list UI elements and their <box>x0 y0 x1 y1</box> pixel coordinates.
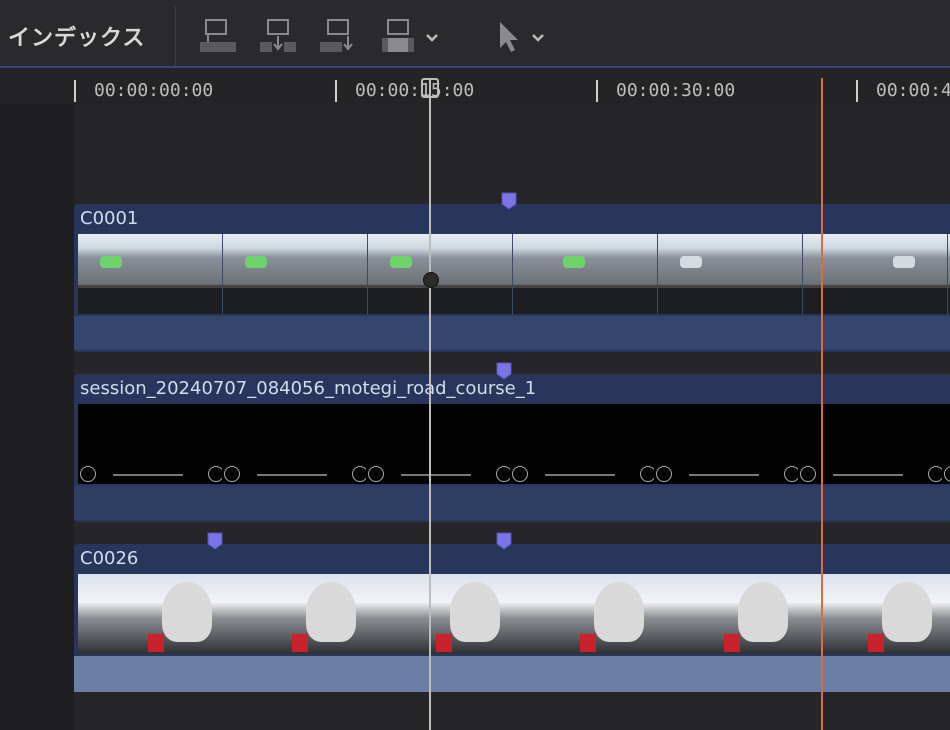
ruler-timecode: 00:00:4 <box>876 80 950 101</box>
overwrite-clip-icon <box>382 19 414 52</box>
marker-icon[interactable] <box>501 192 517 210</box>
clip-filmstrip <box>78 574 950 654</box>
video-frame <box>942 404 950 484</box>
video-frame <box>368 234 513 314</box>
video-frame <box>223 234 368 314</box>
video-frame <box>366 574 510 654</box>
connect-clip-icon <box>200 19 236 52</box>
video-frame <box>78 574 222 654</box>
skimmer-line <box>821 78 823 730</box>
clip-filmstrip <box>78 404 950 484</box>
audio-waveform <box>74 656 950 692</box>
insert-clip-icon <box>260 19 296 52</box>
ruler-timecode: 00:00:30:00 <box>616 80 736 101</box>
clip-name: C0026 <box>80 548 139 569</box>
append-clip-button[interactable] <box>316 14 360 58</box>
video-frame <box>803 234 948 314</box>
ruler-tick <box>856 80 858 102</box>
ruler-tick <box>74 80 76 102</box>
clip-c0001[interactable]: C0001 <box>74 204 950 352</box>
video-frame <box>654 574 798 654</box>
video-frame <box>942 574 950 654</box>
append-clip-icon <box>320 19 353 52</box>
marker-icon[interactable] <box>496 362 512 380</box>
video-frame <box>78 404 224 484</box>
clip-name: session_20240707_084056_motegi_road_cour… <box>80 378 537 399</box>
ruler-timecode: 00:00:00:00 <box>94 80 214 101</box>
audio-waveform <box>74 486 950 520</box>
overwrite-clip-button[interactable] <box>378 14 422 58</box>
video-frame <box>510 404 656 484</box>
video-frame <box>78 234 223 314</box>
video-frame <box>222 574 366 654</box>
index-button[interactable]: インデックス <box>8 20 145 52</box>
video-frame <box>366 404 512 484</box>
playhead-connection-point <box>423 272 439 288</box>
video-frame <box>513 234 658 314</box>
tool-dropdown[interactable] <box>528 14 552 58</box>
toolbar-divider <box>175 6 176 66</box>
chevron-down-icon <box>426 34 438 42</box>
video-frame <box>222 404 368 484</box>
video-frame <box>798 404 944 484</box>
clip-c0026[interactable]: C0026 <box>74 544 950 692</box>
marker-icon[interactable] <box>496 532 512 550</box>
playhead-handle[interactable] <box>421 78 439 98</box>
chevron-down-icon <box>532 34 544 42</box>
video-frame <box>798 574 942 654</box>
ruler-tick <box>335 80 337 102</box>
timeline-toolbar: インデックス <box>0 0 950 68</box>
insert-clip-button[interactable] <box>256 14 300 58</box>
clip-name: C0001 <box>80 208 139 229</box>
video-frame <box>658 234 803 314</box>
ruler-timecode: 00:00:15:00 <box>355 80 475 101</box>
marker-icon[interactable] <box>207 532 223 550</box>
connect-clip-button[interactable] <box>196 14 240 58</box>
video-frame <box>654 404 800 484</box>
video-frame <box>510 574 654 654</box>
clip-session[interactable]: session_20240707_084056_motegi_road_cour… <box>74 374 950 522</box>
clip-filmstrip <box>78 234 950 314</box>
ruler-tick <box>596 80 598 102</box>
audio-waveform <box>74 316 950 350</box>
timeline-gutter <box>0 104 74 730</box>
edit-mode-dropdown[interactable] <box>420 14 444 58</box>
playhead[interactable] <box>429 80 431 730</box>
